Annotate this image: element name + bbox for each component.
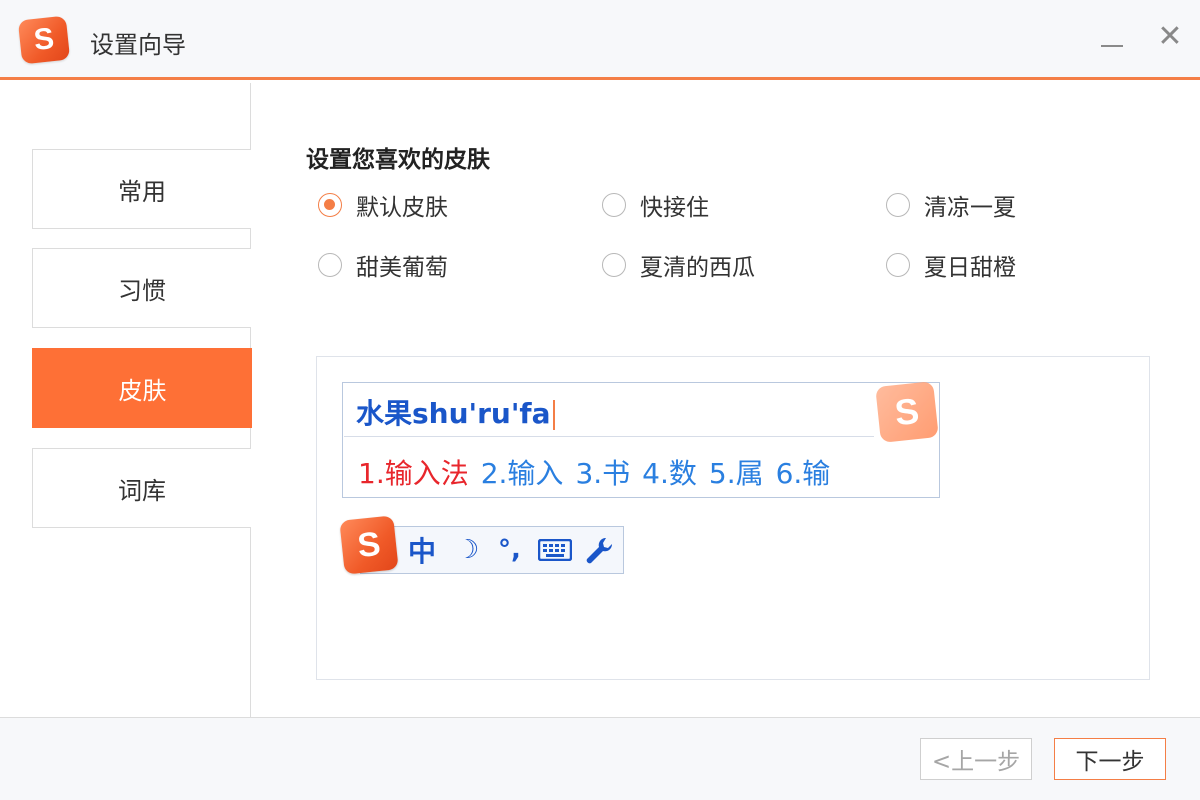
skin-option-label: 快接住 — [640, 195, 709, 221]
keyboard-icon — [538, 532, 572, 568]
skin-option-label: 夏日甜橙 — [924, 255, 1016, 281]
window-title: 设置向导 — [90, 31, 186, 59]
title-bar: S 设置向导 ✕ — [0, 0, 1200, 80]
sidebar-item-habits[interactable]: 习惯 — [32, 248, 251, 328]
candidate-item: 2.输入 — [480, 457, 564, 490]
logo-letter: S — [32, 22, 56, 57]
skin-option-cool-summer[interactable]: 清凉一夏 — [886, 188, 1016, 222]
composition-divider — [344, 436, 874, 437]
candidate-item: 5.属 — [708, 457, 764, 490]
half-width-moon-icon: ☽ — [456, 535, 480, 565]
candidate-item: 1.输入法 — [358, 457, 469, 490]
minimize-button[interactable] — [1092, 16, 1132, 56]
wrench-tool-icon — [584, 532, 614, 568]
keyboard-icon-svg — [538, 539, 572, 561]
minimize-icon — [1101, 45, 1123, 47]
skin-option-label: 清凉一夏 — [924, 195, 1016, 221]
previous-step-button[interactable]: <上一步 — [920, 738, 1032, 780]
radio-unchecked-icon — [602, 193, 626, 217]
sogou-logo-icon: S — [875, 381, 939, 443]
punctuation-icon: °, — [498, 535, 521, 565]
candidate-list: 1.输入法 2.输入 3.书 4.数 5.属 6.输 — [358, 452, 830, 492]
sogou-logo-icon: S — [339, 515, 399, 575]
sidebar-item-common[interactable]: 常用 — [32, 149, 251, 229]
candidate-item: 6.输 — [775, 457, 831, 490]
skin-option-catch[interactable]: 快接住 — [602, 188, 709, 222]
close-button[interactable]: ✕ — [1150, 16, 1190, 56]
chinese-mode-icon: 中 — [408, 535, 437, 568]
section-title: 设置您喜欢的皮肤 — [306, 147, 490, 173]
radio-unchecked-icon — [886, 253, 910, 277]
composition-text: 水果shu'ru'fa — [356, 392, 555, 432]
radio-checked-icon — [318, 193, 342, 217]
logo-letter: S — [355, 524, 383, 565]
radio-unchecked-icon — [602, 253, 626, 277]
skin-option-label: 默认皮肤 — [356, 195, 448, 221]
skin-option-summer-orange[interactable]: 夏日甜橙 — [886, 248, 1016, 282]
skin-option-label: 夏清的西瓜 — [640, 255, 755, 281]
sidebar-item-label: 习惯 — [118, 276, 166, 305]
skin-option-watermelon[interactable]: 夏清的西瓜 — [602, 248, 755, 282]
skin-option-default[interactable]: 默认皮肤 — [318, 188, 448, 222]
wrench-icon-svg — [586, 537, 613, 564]
sidebar-item-skin[interactable]: 皮肤 — [32, 348, 252, 428]
candidate-item: 4.数 — [642, 457, 697, 490]
composition-string: 水果shu'ru'fa — [356, 397, 551, 430]
text-caret — [552, 400, 555, 430]
sidebar-item-label: 常用 — [118, 177, 166, 206]
radio-unchecked-icon — [886, 193, 910, 217]
sidebar-item-label: 皮肤 — [118, 376, 167, 405]
candidate-item: 3.书 — [575, 457, 631, 490]
sogou-logo-icon: S — [17, 15, 71, 65]
sidebar-item-label: 词库 — [118, 476, 166, 505]
next-step-button[interactable]: 下一步 — [1054, 738, 1166, 780]
sidebar-item-dictionary[interactable]: 词库 — [32, 448, 251, 528]
skin-option-label: 甜美葡萄 — [356, 255, 448, 281]
logo-letter: S — [892, 389, 922, 434]
skin-option-sweet-grape[interactable]: 甜美葡萄 — [318, 248, 448, 282]
radio-unchecked-icon — [318, 253, 342, 277]
close-icon: ✕ — [1157, 18, 1183, 54]
